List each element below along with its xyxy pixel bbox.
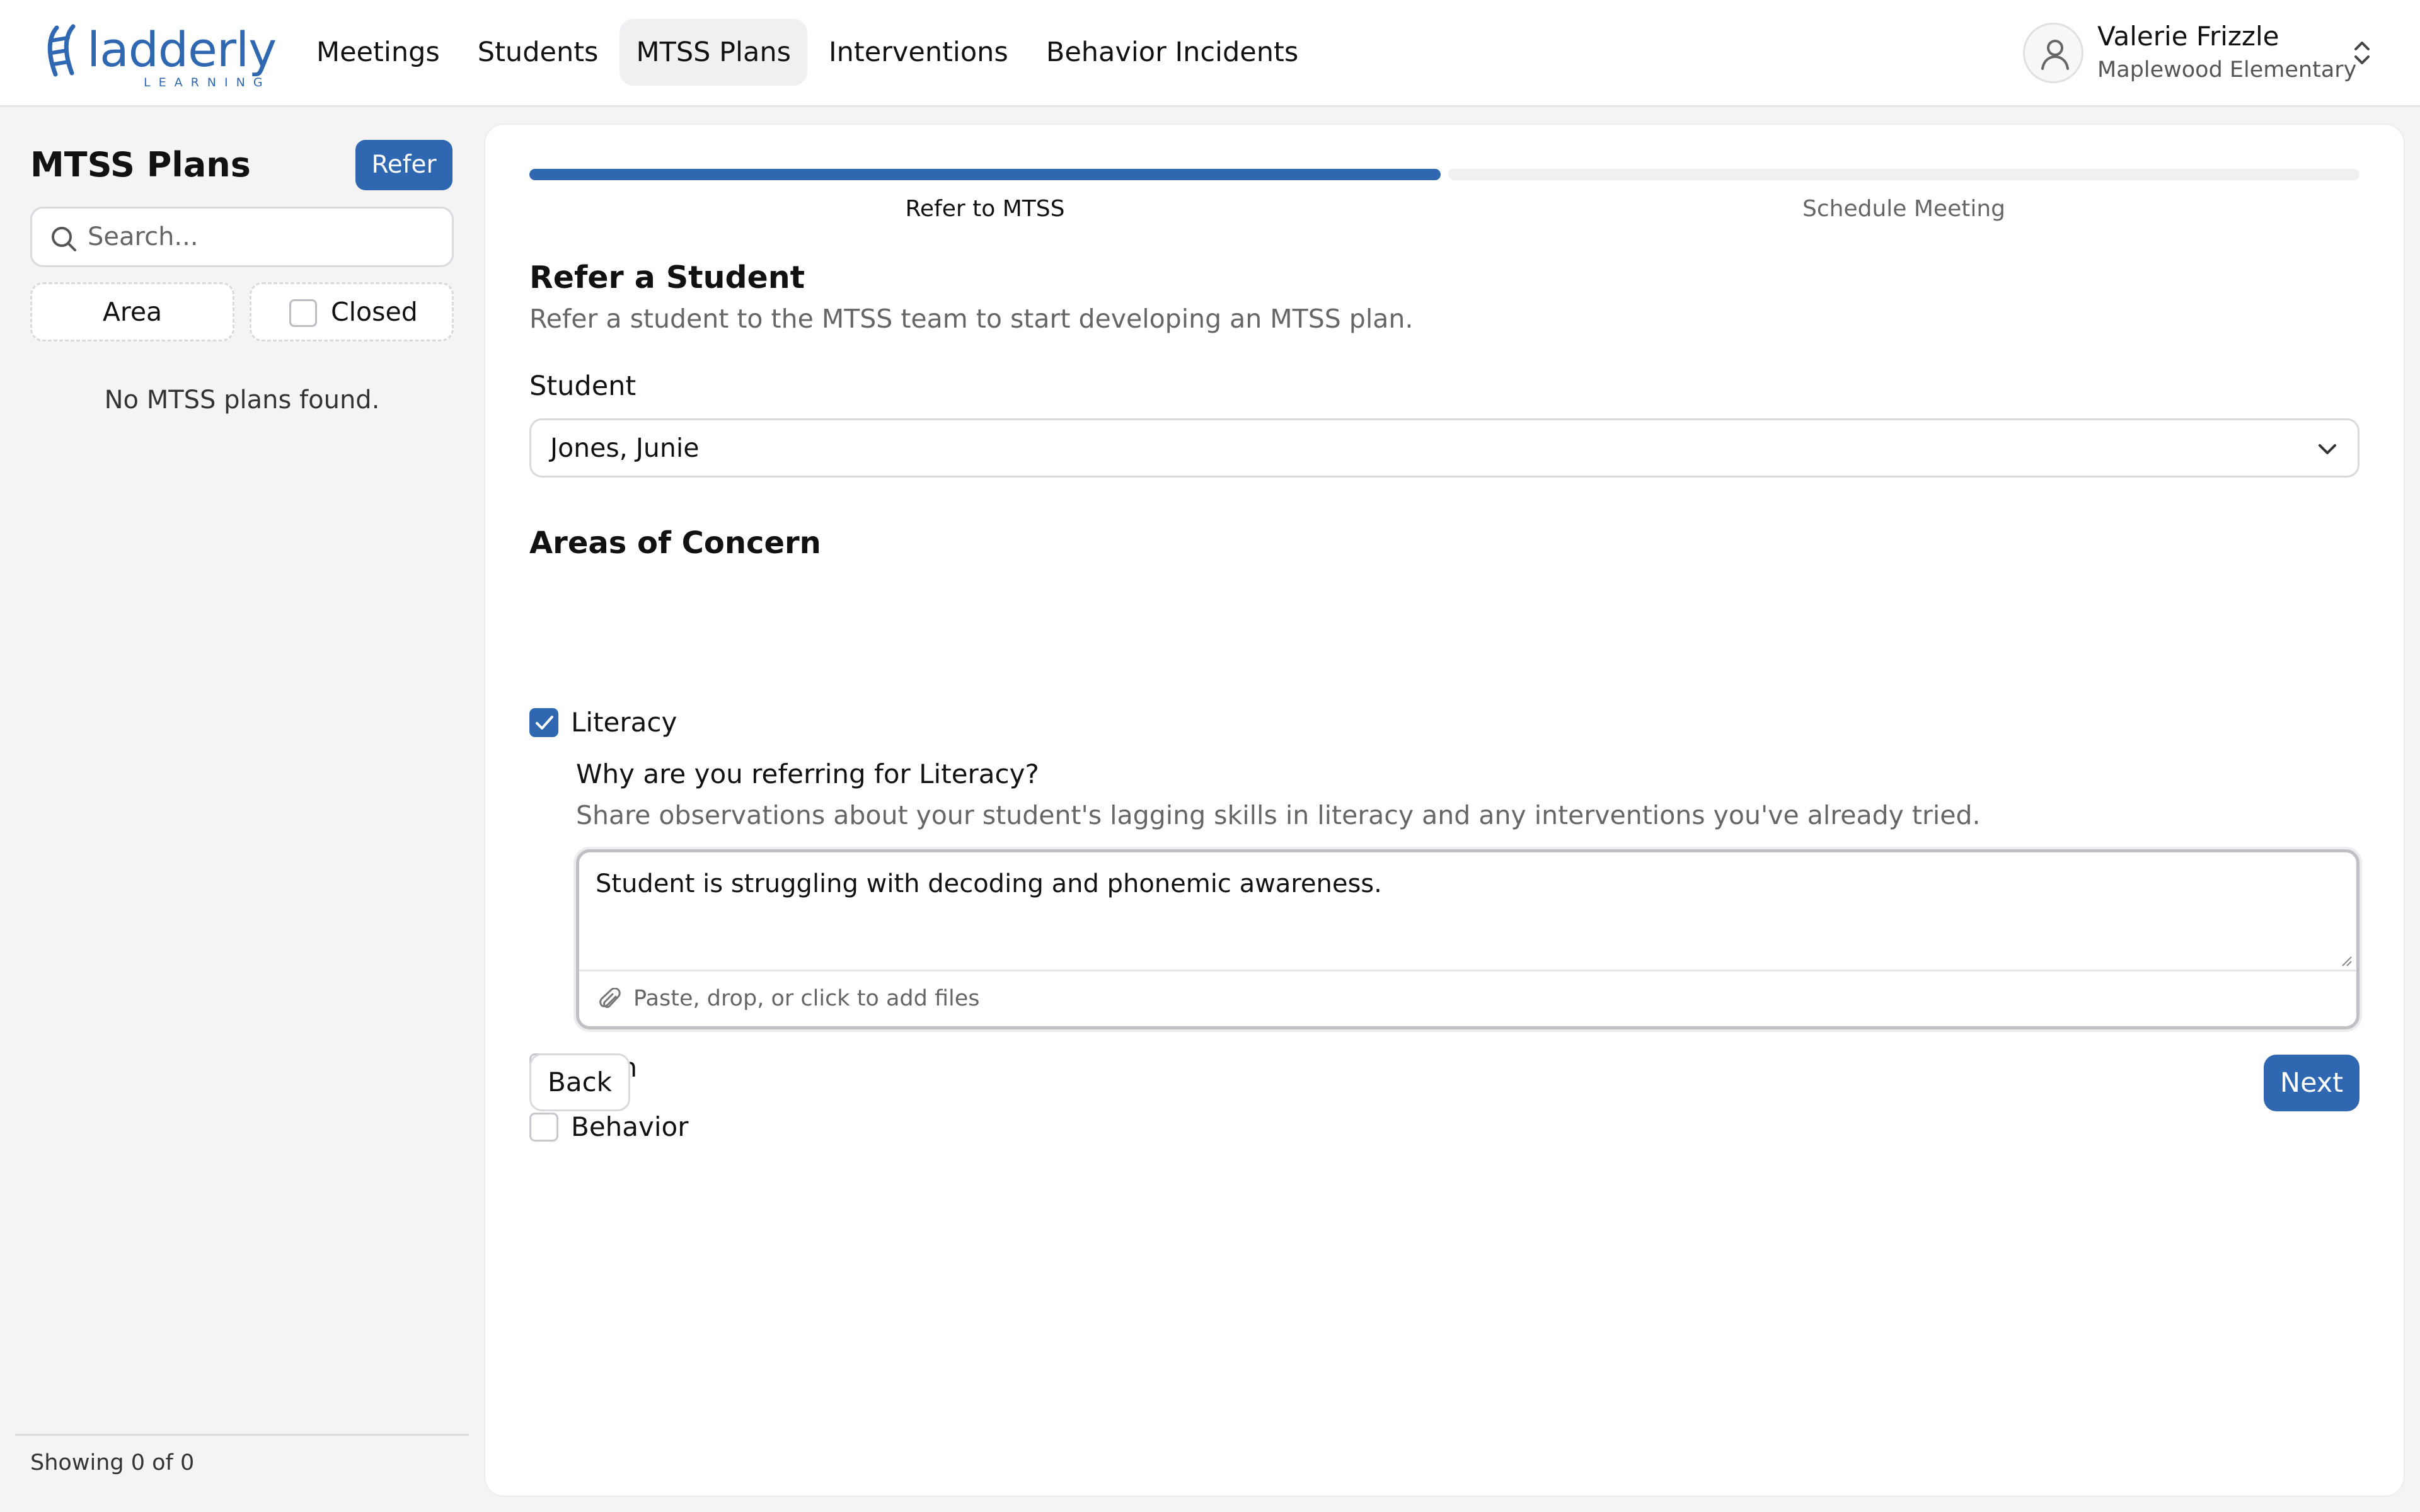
main-nav: Meetings Students MTSS Plans Interventio… bbox=[300, 19, 1320, 86]
literacy-response-textarea[interactable]: Student is struggling with decoding and … bbox=[596, 866, 2335, 961]
user-icon bbox=[2041, 40, 2069, 70]
student-select[interactable]: Jones, Junie bbox=[529, 418, 2360, 478]
sidebar: MTSS Plans Refer Area Closed No MTSS pla… bbox=[0, 108, 484, 1512]
attach-files-hint: Paste, drop, or click to add files bbox=[633, 986, 980, 1011]
avatar bbox=[2023, 23, 2083, 83]
wizard-progress bbox=[529, 169, 2360, 180]
search-input[interactable] bbox=[88, 217, 441, 256]
search-box[interactable] bbox=[30, 207, 454, 267]
nav-behavior-incidents[interactable]: Behavior Incidents bbox=[1030, 19, 1315, 86]
form-subheading: Refer a student to the MTSS team to star… bbox=[529, 304, 1414, 334]
chevron-down-icon bbox=[2319, 444, 2336, 454]
empty-state-message: No MTSS plans found. bbox=[104, 386, 380, 415]
logo-wordmark: ladderly bbox=[87, 21, 277, 77]
form-heading: Refer a Student bbox=[529, 260, 805, 295]
user-school: Maplewood Elementary bbox=[2097, 57, 2357, 83]
literacy-response-editor: Student is struggling with decoding and … bbox=[576, 849, 2360, 1029]
closed-filter-toggle[interactable]: Closed bbox=[250, 282, 454, 341]
nav-mtss-plans[interactable]: MTSS Plans bbox=[619, 19, 807, 86]
step-refer-to-mtss: Refer to MTSS bbox=[905, 196, 1065, 222]
area-filter-button[interactable]: Area bbox=[30, 282, 234, 341]
resize-handle-icon[interactable] bbox=[2339, 953, 2353, 967]
sidebar-divider bbox=[15, 1434, 469, 1436]
paperclip-icon bbox=[599, 988, 621, 1008]
step-schedule-meeting: Schedule Meeting bbox=[1802, 196, 2005, 222]
literacy-label: Literacy bbox=[571, 707, 677, 738]
behavior-checkbox[interactable] bbox=[529, 1113, 558, 1142]
literacy-hint: Share observations about your student's … bbox=[576, 800, 1981, 830]
top-navigation-bar: ladderly LEARNING Meetings Students MTSS… bbox=[0, 0, 2420, 107]
nav-meetings[interactable]: Meetings bbox=[300, 19, 456, 86]
refer-button[interactable]: Refer bbox=[355, 140, 452, 190]
student-label: Student bbox=[529, 370, 637, 402]
logo-subtext: LEARNING bbox=[144, 76, 271, 89]
nav-interventions[interactable]: Interventions bbox=[812, 19, 1025, 86]
literacy-checkbox[interactable] bbox=[529, 708, 558, 737]
closed-checkbox[interactable] bbox=[289, 299, 317, 327]
closed-filter-label: Closed bbox=[331, 297, 418, 327]
user-name: Valerie Frizzle bbox=[2097, 21, 2279, 52]
check-icon bbox=[536, 716, 553, 730]
ladder-icon bbox=[47, 24, 76, 77]
referral-card: Refer to MTSS Schedule Meeting Refer a S… bbox=[484, 123, 2405, 1497]
results-count: Showing 0 of 0 bbox=[30, 1450, 195, 1475]
student-select-value: Jones, Junie bbox=[550, 433, 700, 463]
attach-files-area[interactable]: Paste, drop, or click to add files bbox=[579, 970, 2356, 1026]
nav-students[interactable]: Students bbox=[461, 19, 615, 86]
search-icon bbox=[52, 227, 76, 251]
ladderly-logo[interactable]: ladderly LEARNING bbox=[43, 23, 277, 89]
chevron-up-down-icon bbox=[2354, 42, 2370, 64]
user-menu[interactable]: Valerie Frizzle Maplewood Elementary bbox=[2023, 19, 2382, 87]
next-button[interactable]: Next bbox=[2264, 1055, 2360, 1111]
sidebar-title: MTSS Plans bbox=[30, 145, 251, 185]
areas-heading: Areas of Concern bbox=[529, 525, 821, 561]
back-button[interactable]: Back bbox=[529, 1053, 630, 1111]
behavior-label: Behavior bbox=[571, 1111, 689, 1142]
progress-step-1-bar bbox=[529, 169, 1441, 180]
literacy-question: Why are you referring for Literacy? bbox=[576, 759, 1039, 789]
progress-step-2-bar bbox=[1448, 169, 2360, 180]
